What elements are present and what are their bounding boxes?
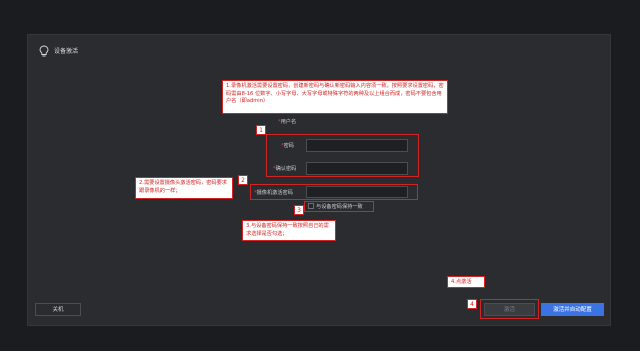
annotation-note-4: 4.点激活 bbox=[447, 276, 485, 288]
shutdown-button[interactable]: 关机 bbox=[35, 303, 81, 316]
page-title: 设备激活 bbox=[54, 48, 79, 55]
password-label: *密码 bbox=[281, 143, 294, 149]
sync-password-checkbox[interactable] bbox=[308, 203, 314, 209]
annotation-number-3: 3 bbox=[294, 205, 304, 215]
username-label: *用户名 bbox=[278, 119, 297, 125]
activate-button[interactable]: 激活 bbox=[484, 303, 535, 316]
activate-and-auto-config-button[interactable]: 激活并自动配置 bbox=[541, 303, 604, 316]
sync-password-label: 与设备密码保持一致 bbox=[316, 204, 363, 210]
camera-password-label: *摄像机激活密码 bbox=[254, 190, 293, 196]
activation-panel bbox=[27, 34, 611, 326]
camera-password-input[interactable] bbox=[306, 186, 408, 198]
annotation-note-2: 2.需要设置摄像头激活密码，密码要求跟录像机的一样； bbox=[135, 177, 233, 199]
annotation-note-3: 3.与设备密码保持一致按照自己的需求选择是否勾选； bbox=[242, 220, 336, 241]
annotation-note-1: 1.录像机激活需要设置密码，创建新密码与确认新密码输入内容须一致。按照要求设置密… bbox=[222, 80, 448, 114]
annotation-number-4: 4 bbox=[467, 299, 477, 309]
confirm-password-label: *确认密码 bbox=[273, 166, 297, 172]
lightbulb-icon bbox=[39, 45, 49, 57]
password-input[interactable] bbox=[306, 139, 408, 152]
annotation-number-2: 2 bbox=[238, 175, 248, 185]
annotation-number-1: 1 bbox=[256, 125, 266, 135]
confirm-password-input[interactable] bbox=[306, 162, 408, 175]
